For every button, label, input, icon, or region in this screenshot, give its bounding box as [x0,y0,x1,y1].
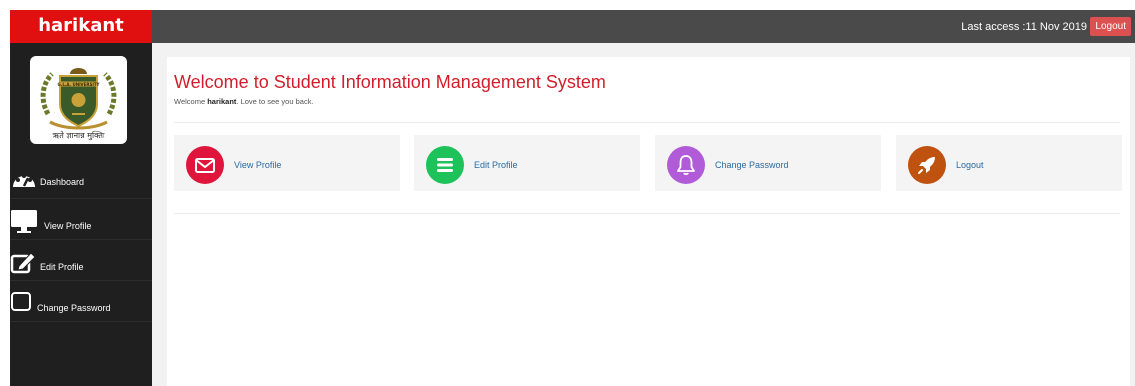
card-label: Logout [956,160,984,170]
card-label: View Profile [234,160,282,170]
username: harikant [207,97,237,106]
sidebar-item-label: Change Password [37,303,111,313]
divider [174,213,1120,214]
last-access-text: Last access :11 Nov 2019 [961,21,1087,33]
card-label: Edit Profile [474,160,518,170]
sidebar: G.L.A. UNIVERSITY ऋते ज्ञानान्न मुक्तिः … [10,43,152,386]
edit-profile-card[interactable]: Edit Profile [414,135,640,191]
brand-name[interactable]: harikant [10,10,152,43]
logout-button[interactable]: Logout [1090,17,1131,36]
logout-card[interactable]: Logout [896,135,1122,191]
square-icon [10,290,38,316]
edit-icon [10,249,38,275]
rocket-icon [908,146,946,184]
sidebar-item-label: Dashboard [40,177,85,187]
logo-motto: ऋते ज्ञानान्न मुक्तिः [52,130,104,141]
page-title: Welcome to Student Information Managemen… [174,72,606,92]
sidebar-item-dashboard[interactable]: Dashboard [10,159,152,199]
dashboard-icon [10,167,38,193]
bell-icon [667,146,705,184]
sidebar-item-label: View Profile [44,221,92,231]
university-logo: G.L.A. UNIVERSITY ऋते ज्ञानान्न मुक्तिः [30,56,127,144]
divider [174,122,1120,123]
sidebar-item-view-profile[interactable]: View Profile [10,200,152,240]
welcome-message: Welcome harikant. Love to see you back. [174,97,314,106]
logo-university-text: G.L.A. UNIVERSITY [58,82,100,87]
list-icon [426,146,464,184]
sidebar-item-change-password[interactable]: Change Password [10,282,152,322]
sidebar-item-label: Edit Profile [40,262,84,272]
card-label: Change Password [715,160,789,170]
view-profile-card[interactable]: View Profile [174,135,400,191]
change-password-card[interactable]: Change Password [655,135,881,191]
content-panel [167,57,1130,386]
top-navbar: Last access :11 Nov 2019 Logout [152,10,1135,43]
sidebar-item-edit-profile[interactable]: Edit Profile [10,241,152,281]
monitor-icon [10,208,38,234]
envelope-icon [186,146,224,184]
